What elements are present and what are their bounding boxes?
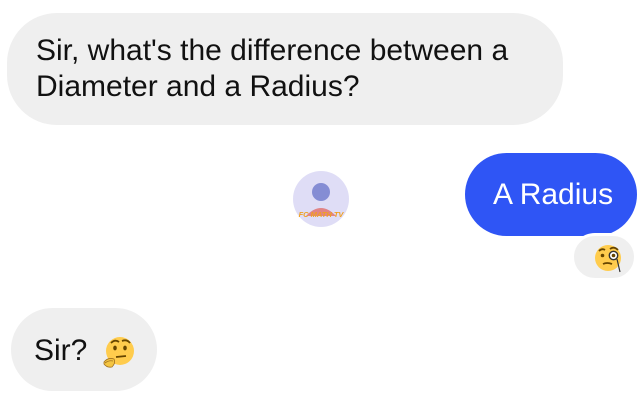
message-text: Sir, what's the difference between a Dia… bbox=[36, 34, 509, 103]
message-text: Sir? bbox=[34, 334, 88, 367]
face-with-monocle-icon bbox=[595, 245, 621, 273]
message-reaction[interactable] bbox=[571, 233, 637, 281]
thinking-face-icon bbox=[103, 337, 134, 368]
incoming-message-bubble[interactable]: Sir? bbox=[11, 308, 157, 391]
incoming-message-bubble[interactable]: Sir, what's the difference between a Dia… bbox=[7, 13, 563, 125]
watermark-logo: FC MATH TV bbox=[293, 171, 349, 227]
watermark-text: FC MATH TV bbox=[299, 210, 345, 219]
outgoing-message-bubble[interactable]: A Radius bbox=[465, 153, 637, 236]
message-text: A Radius bbox=[493, 178, 614, 211]
